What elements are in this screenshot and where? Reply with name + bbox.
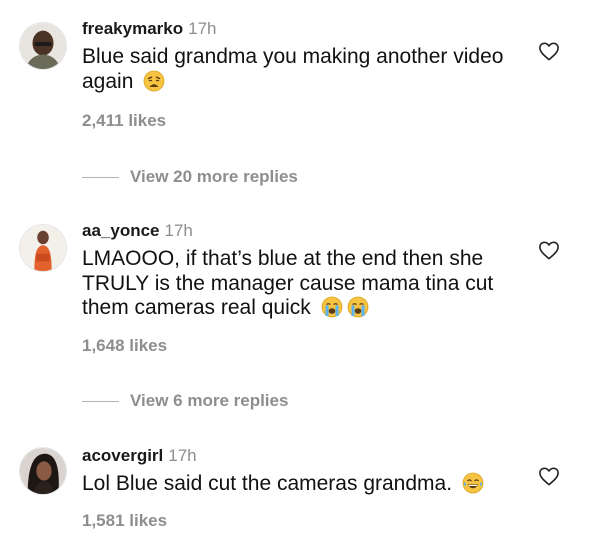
comment-text: Blue said grandma you making another vid… [82, 45, 522, 94]
timestamp: 17h [168, 446, 197, 465]
comment-header: freakymarko 17h [82, 18, 217, 40]
profile-photo-icon [20, 225, 66, 271]
timestamp: 17h [164, 221, 193, 240]
username[interactable]: acovergirl [82, 446, 163, 465]
avatar[interactable] [19, 447, 67, 495]
comment-body: Lol Blue said cut the cameras grandma. [82, 472, 453, 495]
comment-body: LMAOOO, if that’s blue at the end then s… [82, 247, 494, 319]
loudly-crying-face-emoji [347, 296, 369, 318]
like-count[interactable]: 1,581 likes [82, 510, 167, 532]
face-with-tears-of-joy-emoji [462, 472, 484, 494]
like-count[interactable]: 1,648 likes [82, 335, 167, 357]
like-heart-icon[interactable] [538, 240, 560, 260]
reply-divider-line [82, 401, 119, 402]
profile-photo-icon [20, 448, 66, 494]
profile-photo-icon [20, 23, 66, 69]
comment-text: LMAOOO, if that’s blue at the end then s… [82, 247, 522, 321]
username[interactable]: aa_yonce [82, 221, 160, 240]
like-count[interactable]: 2,411 likes [82, 110, 166, 132]
username[interactable]: freakymarko [82, 19, 183, 38]
view-replies-label: View 6 more replies [130, 391, 289, 410]
weary-face-emoji [143, 70, 165, 92]
avatar[interactable] [19, 224, 67, 272]
reply-divider-line [82, 177, 119, 178]
loudly-crying-face-emoji [321, 296, 343, 318]
comment-header: acovergirl 17h [82, 445, 197, 467]
view-replies-label: View 20 more replies [130, 167, 298, 186]
comment-text: Lol Blue said cut the cameras grandma. [82, 472, 522, 497]
like-heart-icon[interactable] [538, 41, 560, 61]
comment-header: aa_yonce 17h [82, 220, 193, 242]
avatar[interactable] [19, 22, 67, 70]
timestamp: 17h [188, 19, 217, 38]
like-heart-icon[interactable] [538, 466, 560, 486]
